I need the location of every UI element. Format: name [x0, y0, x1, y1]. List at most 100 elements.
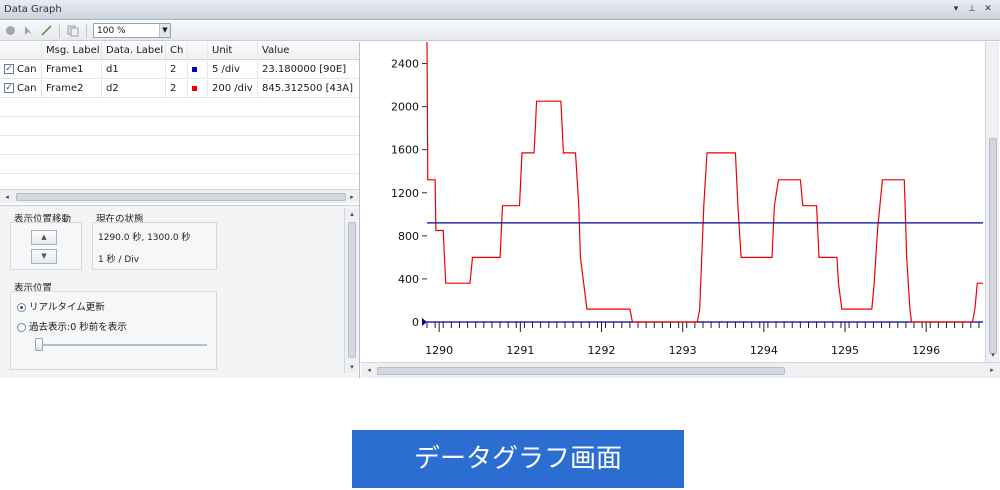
table-horizontal-scrollbar[interactable]: ◂ ▸ — [0, 189, 359, 203]
scroll-down-icon[interactable]: ▾ — [987, 349, 999, 361]
graph-vertical-scrollbar[interactable]: ▾ — [985, 42, 999, 362]
x-tick-label: 1291 — [506, 344, 534, 357]
scrollbar-thumb[interactable] — [989, 138, 997, 354]
past-display-radio-label: 過去表示:0 秒前を表示 — [29, 322, 127, 333]
table-row — [0, 156, 359, 174]
x-tick-label: 1294 — [750, 344, 778, 357]
chevron-down-icon[interactable]: ▼ — [159, 24, 170, 37]
realtime-radio-label: リアルタイム更新 — [29, 302, 105, 313]
display-controls-panel: 表示位置移動 ▲ ▼ 現在の状態 1290.0 秒, 1300.0 秒 1 秒 … — [0, 205, 359, 378]
row-unit: 200 /div — [208, 80, 258, 98]
realtime-radio[interactable]: リアルタイム更新 — [17, 299, 105, 313]
row-msg-label: Frame1 — [42, 61, 102, 79]
graph-panel: 0 400 800 1200 1600 2000 2400 1290 1291 1292 1293 1… — [361, 41, 1000, 378]
data-graph-chart[interactable]: 0 400 800 1200 1600 2000 2400 1290 1291 1292 1293 1… — [361, 41, 1000, 362]
row-checkbox[interactable]: ✓ — [4, 83, 14, 93]
column-header-ch[interactable]: Ch — [166, 42, 188, 60]
table-row — [0, 118, 359, 136]
y-tick-label: 400 — [398, 273, 419, 286]
row-msg-label: Frame2 — [42, 80, 102, 98]
row-color-cell — [188, 61, 208, 79]
controls-vertical-scrollbar[interactable]: ▴ ▾ — [344, 208, 358, 373]
x-tick-label: 1295 — [831, 344, 859, 357]
scrollbar-thumb[interactable] — [348, 222, 356, 358]
y-tick-label: 0 — [412, 316, 419, 329]
series-color-swatch — [192, 85, 197, 91]
radio-unselected-icon[interactable] — [17, 323, 26, 332]
radio-selected-icon[interactable] — [17, 303, 26, 312]
scrollbar-thumb[interactable] — [16, 193, 346, 201]
scrollbar-thumb[interactable] — [377, 367, 785, 375]
caption-banner: データグラフ画面 — [352, 430, 684, 488]
window-title: Data Graph — [4, 4, 62, 15]
y-tick-label: 1600 — [391, 144, 419, 157]
display-position-group: リアルタイム更新 過去表示:0 秒前を表示 — [10, 291, 217, 370]
dropdown-arrow-icon[interactable]: ▾ — [950, 3, 962, 15]
x-tick-label: 1293 — [669, 344, 697, 357]
move-position-group: ▲ ▼ — [10, 222, 82, 270]
past-display-radio[interactable]: 過去表示:0 秒前を表示 — [17, 319, 127, 333]
column-header-msg-label[interactable]: Msg. Label — [42, 42, 102, 60]
move-up-button[interactable]: ▲ — [31, 230, 57, 245]
zero-marker-icon — [422, 318, 427, 326]
signal-table: Msg. Label Data. Label Ch Unit Value ✓ Ca… — [0, 42, 359, 189]
row-bus: Can — [17, 83, 37, 94]
toolbar-divider — [59, 23, 60, 38]
row-check-cell[interactable]: ✓ Can — [0, 61, 42, 79]
column-header-unit[interactable]: Unit — [208, 42, 258, 60]
row-ch: 2 — [166, 61, 188, 79]
scroll-left-icon[interactable]: ◂ — [1, 191, 13, 203]
y-tick-label: 2400 — [391, 58, 419, 71]
cursor-icon[interactable] — [21, 24, 35, 38]
y-tick-label: 800 — [398, 230, 419, 243]
y-tick-label: 2000 — [391, 101, 419, 114]
scroll-right-icon[interactable]: ▸ — [986, 364, 998, 376]
row-checkbox[interactable]: ✓ — [4, 64, 14, 74]
table-row[interactable]: ✓ Can Frame1 d1 2 5 /div 23.180000 [90E] — [0, 61, 359, 79]
table-row — [0, 99, 359, 117]
scroll-right-icon[interactable]: ▸ — [346, 191, 358, 203]
row-unit: 5 /div — [208, 61, 258, 79]
column-header-value[interactable]: Value — [258, 42, 359, 60]
row-value: 845.312500 [43A] — [262, 83, 353, 94]
state-range: 1290.0 秒, 1300.0 秒 — [98, 233, 191, 243]
line-tool-icon[interactable] — [39, 24, 53, 38]
current-state-group: 1290.0 秒, 1300.0 秒 1 秒 / Div — [92, 222, 217, 270]
series-color-swatch — [192, 66, 197, 72]
row-data-label: d1 — [102, 61, 166, 79]
scroll-up-icon[interactable]: ▴ — [346, 208, 358, 220]
table-row[interactable]: ✓ Can Frame2 d2 2 200 /div 845.312500 [43… — [0, 80, 359, 98]
time-slider-track[interactable] — [37, 344, 207, 346]
copy-icon[interactable] — [66, 24, 80, 38]
column-header-color — [188, 42, 208, 60]
x-tick-label: 1292 — [588, 344, 616, 357]
move-down-button[interactable]: ▼ — [31, 249, 57, 264]
row-value: 23.180000 [90E] — [262, 64, 347, 75]
zoom-value: 100 % — [97, 25, 126, 36]
close-icon[interactable]: ✕ — [982, 3, 994, 15]
data-graph-window: Data Graph ▾ ⊥ ✕ 100 % ▼ Msg. Label Data… — [0, 0, 1000, 378]
scroll-left-icon[interactable]: ◂ — [363, 364, 375, 376]
x-tick-label: 1290 — [425, 344, 453, 357]
table-header: Msg. Label Data. Label Ch Unit Value — [0, 42, 359, 60]
time-slider-thumb[interactable] — [35, 338, 43, 351]
row-data-label: d2 — [102, 80, 166, 98]
row-check-cell[interactable]: ✓ Can — [0, 80, 42, 98]
table-row — [0, 175, 359, 189]
row-ch: 2 — [166, 80, 188, 98]
table-row — [0, 137, 359, 155]
title-bar: Data Graph ▾ ⊥ ✕ — [0, 0, 1000, 20]
graph-horizontal-scrollbar[interactable]: ◂ ▸ — [361, 362, 1000, 378]
toolbar-divider — [86, 23, 87, 38]
left-panel: Msg. Label Data. Label Ch Unit Value ✓ Ca… — [0, 42, 360, 378]
zoom-select[interactable]: 100 % ▼ — [93, 23, 171, 38]
row-bus: Can — [17, 64, 37, 75]
state-div: 1 秒 / Div — [98, 255, 140, 265]
toolbar: 100 % ▼ — [0, 21, 1000, 41]
record-icon[interactable] — [3, 24, 17, 38]
column-header-data-label[interactable]: Data. Label — [102, 42, 166, 60]
pin-icon[interactable]: ⊥ — [966, 3, 978, 15]
scroll-down-icon[interactable]: ▾ — [346, 361, 358, 373]
series-line — [426, 41, 983, 323]
table-header-check — [0, 42, 42, 60]
